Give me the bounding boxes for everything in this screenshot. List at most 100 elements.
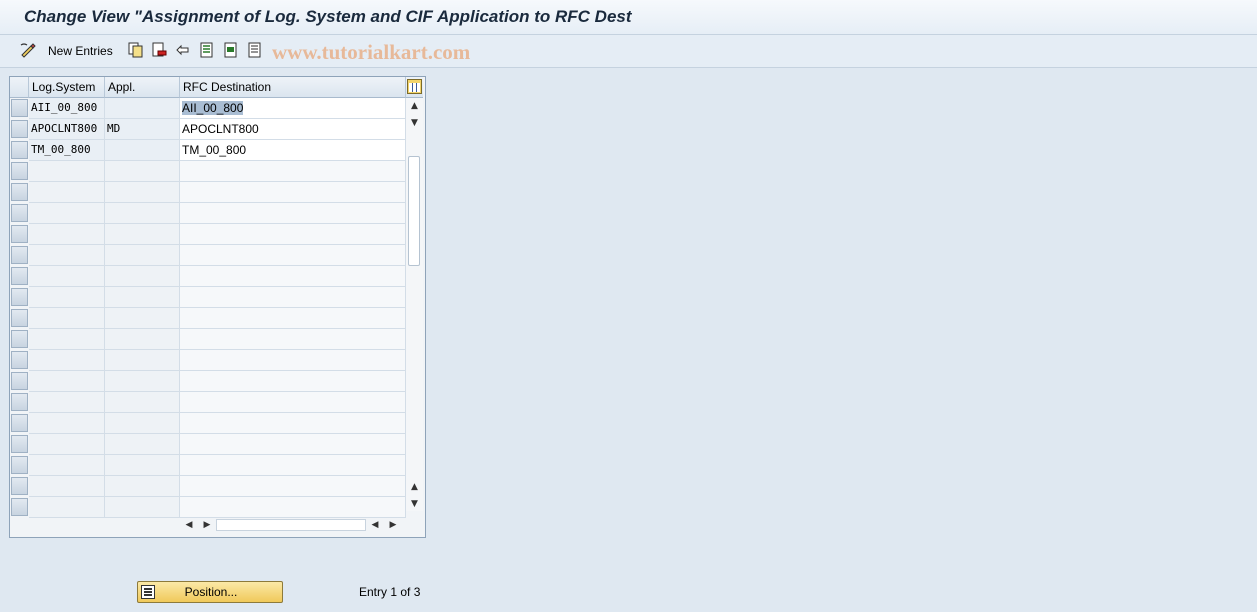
cell-appl [105, 476, 180, 497]
cell-rfc-destination[interactable] [180, 476, 406, 497]
cell-appl [105, 203, 180, 224]
position-button[interactable]: Position... [137, 581, 283, 603]
undo-change-icon[interactable] [175, 42, 191, 58]
cell-log-system [29, 413, 105, 434]
cell-log-system [29, 329, 105, 350]
delete-icon[interactable] [151, 42, 167, 58]
cell-rfc-destination[interactable] [180, 182, 406, 203]
cell-log-system [29, 224, 105, 245]
row-selector[interactable] [11, 162, 28, 180]
row-selector[interactable] [11, 120, 28, 138]
horizontal-track[interactable] [216, 519, 366, 531]
cell-rfc-destination[interactable] [180, 497, 406, 518]
cell-log-system [29, 371, 105, 392]
row-selector[interactable] [11, 183, 28, 201]
cell-rfc-destination[interactable] [180, 287, 406, 308]
cell-log-system-text: AII_00_800 [31, 101, 98, 114]
cell-appl [105, 308, 180, 329]
cell-rfc-destination[interactable] [180, 245, 406, 266]
cell-log-system [29, 287, 105, 308]
select-all-icon[interactable] [199, 42, 215, 58]
cell-rfc-destination[interactable] [180, 392, 406, 413]
cell-log-system [29, 245, 105, 266]
watermark-text: www.tutorialkart.com [272, 40, 471, 64]
cell-rfc-destination[interactable] [180, 413, 406, 434]
cell-log-system [29, 161, 105, 182]
scroll-up-icon[interactable]: ▲ [406, 98, 423, 114]
table-settings-icon[interactable] [407, 79, 422, 94]
scroll-thumb[interactable] [408, 156, 420, 266]
cell-appl [105, 224, 180, 245]
scroll-down-page-icon[interactable]: ▲ [406, 479, 423, 495]
scroll-down-icon[interactable]: ▼ [406, 496, 423, 512]
cell-rfc-destination[interactable] [180, 266, 406, 287]
cell-appl [105, 350, 180, 371]
cell-rfc-destination[interactable] [180, 371, 406, 392]
cell-log-system [29, 476, 105, 497]
title-bar: Change View "Assignment of Log. System a… [0, 0, 1257, 35]
cell-log-system-text: TM_00_800 [31, 143, 91, 156]
row-selector[interactable] [11, 309, 28, 327]
row-selector[interactable] [11, 498, 28, 516]
scroll-right-icon[interactable]: ▶ [200, 518, 214, 532]
deselect-all-icon[interactable] [247, 42, 263, 58]
cell-rfc-destination[interactable] [180, 329, 406, 350]
copy-as-icon[interactable] [128, 42, 144, 58]
cell-rfc-destination[interactable]: AII_00_800 [180, 98, 406, 119]
cell-rfc-destination[interactable]: APOCLNT800 [180, 119, 406, 140]
table-control: Log.System Appl. RFC Destination AII_00_… [9, 76, 426, 538]
row-selector[interactable] [11, 414, 28, 432]
cell-log-system [29, 392, 105, 413]
cell-rfc-destination[interactable] [180, 308, 406, 329]
scroll-left-end-icon[interactable]: ◀ [368, 518, 382, 532]
cell-appl [105, 98, 180, 119]
row-selector[interactable] [11, 477, 28, 495]
application-toolbar: New Entries www.tutorialkart.com [0, 35, 1257, 68]
cell-rfc-destination-text: AII_00_800 [182, 101, 244, 115]
row-selector[interactable] [11, 372, 28, 390]
row-selector[interactable] [11, 225, 28, 243]
row-selector[interactable] [11, 393, 28, 411]
cell-appl [105, 497, 180, 518]
cell-appl [105, 266, 180, 287]
row-selector[interactable] [11, 351, 28, 369]
select-block-icon[interactable] [223, 42, 239, 58]
cell-log-system: TM_00_800 [29, 140, 105, 161]
cell-rfc-destination-text: APOCLNT800 [182, 122, 259, 136]
row-selector[interactable] [11, 246, 28, 264]
cell-appl [105, 413, 180, 434]
cell-rfc-destination[interactable] [180, 434, 406, 455]
row-selector[interactable] [11, 204, 28, 222]
cell-log-system [29, 350, 105, 371]
scroll-right-end-icon[interactable]: ▶ [386, 518, 400, 532]
cell-rfc-destination[interactable]: TM_00_800 [180, 140, 406, 161]
horizontal-scrollbar[interactable]: ◀ ▶ ◀ ▶ [180, 518, 406, 532]
row-selector[interactable] [11, 141, 28, 159]
cell-appl [105, 140, 180, 161]
cell-rfc-destination[interactable] [180, 224, 406, 245]
cell-appl: MD [105, 119, 180, 140]
row-selector[interactable] [11, 288, 28, 306]
scroll-left-icon[interactable]: ◀ [182, 518, 196, 532]
cell-log-system [29, 434, 105, 455]
cell-appl [105, 287, 180, 308]
page-up-icon[interactable]: ▼ [406, 115, 423, 131]
select-all-corner[interactable] [10, 77, 29, 98]
column-header-appl[interactable]: Appl. [105, 77, 180, 98]
new-entries-button[interactable]: New Entries [48, 44, 113, 58]
row-selector[interactable] [11, 99, 28, 117]
column-header-rfc-destination[interactable]: RFC Destination [180, 77, 406, 98]
cell-log-system [29, 182, 105, 203]
cell-rfc-destination[interactable] [180, 203, 406, 224]
cell-rfc-destination[interactable] [180, 161, 406, 182]
cell-log-system [29, 455, 105, 476]
cell-rfc-destination[interactable] [180, 350, 406, 371]
vertical-scrollbar[interactable]: ▲ ▼ ▲ ▼ [406, 98, 423, 511]
column-header-log-system[interactable]: Log.System [29, 77, 105, 98]
row-selector[interactable] [11, 267, 28, 285]
row-selector[interactable] [11, 456, 28, 474]
row-selector[interactable] [11, 330, 28, 348]
row-selector[interactable] [11, 435, 28, 453]
cell-rfc-destination[interactable] [180, 455, 406, 476]
display-change-icon[interactable] [20, 42, 36, 58]
